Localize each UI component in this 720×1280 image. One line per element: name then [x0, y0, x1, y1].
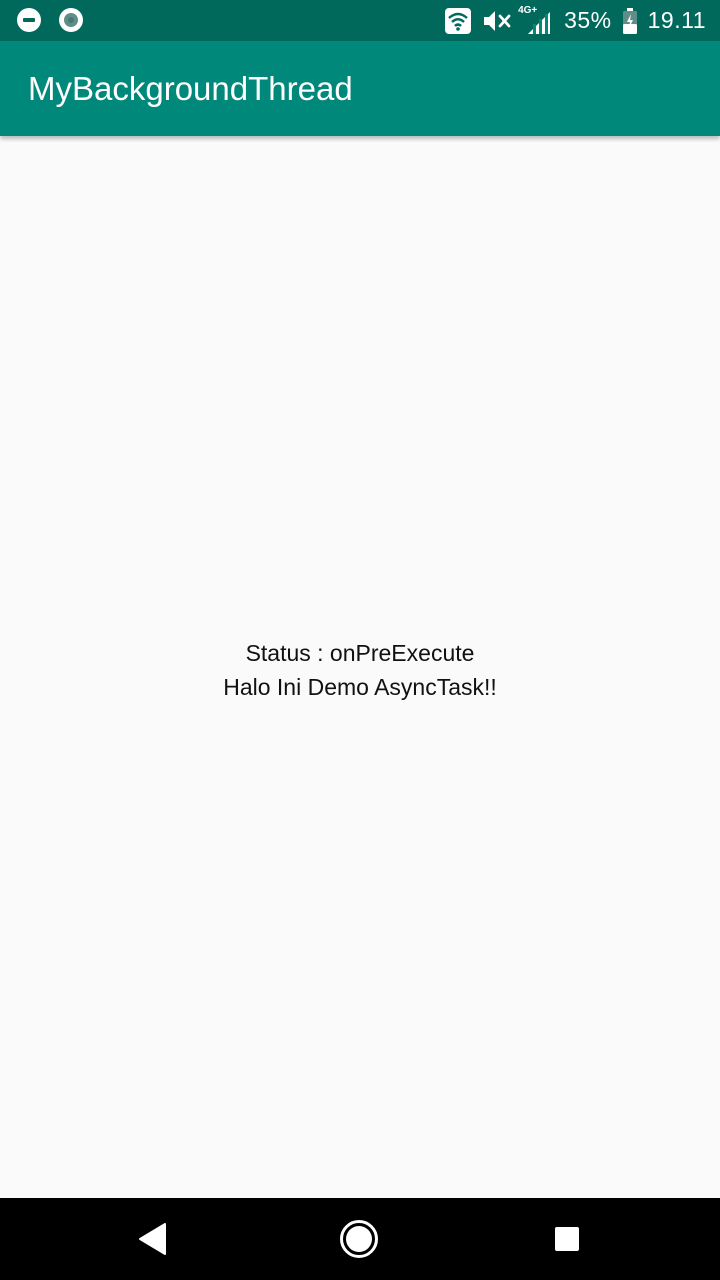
home-icon [339, 1219, 379, 1259]
network-type-label: 4G+ [518, 4, 538, 16]
clock: 19.11 [647, 7, 706, 33]
status-bar: 4G+ 35% 19.11 [0, 0, 720, 41]
home-button[interactable] [299, 1198, 419, 1280]
back-icon [138, 1222, 168, 1256]
back-button[interactable] [93, 1198, 213, 1280]
app-bar: MyBackgroundThread [0, 41, 720, 136]
status-bar-system: 4G+ 35% 19.11 [444, 0, 706, 41]
mute-icon [482, 8, 512, 34]
wifi-icon [444, 7, 472, 35]
screen: 4G+ 35% 19.11 MyBackgroundThread Status … [0, 0, 720, 1280]
signal-icon: 4G+ [518, 5, 554, 35]
dnd-icon [16, 7, 42, 33]
main-content: Status : onPreExecute Halo Ini Demo Asyn… [0, 136, 720, 1198]
recents-button[interactable] [507, 1198, 627, 1280]
status-text-block: Status : onPreExecute Halo Ini Demo Asyn… [0, 636, 720, 704]
app-title: MyBackgroundThread [28, 70, 353, 107]
message-label: Halo Ini Demo AsyncTask!! [223, 674, 497, 700]
battery-charging-icon [622, 7, 638, 35]
status-bar-notifications [16, 7, 84, 33]
sync-icon [58, 7, 84, 33]
status-label: Status : onPreExecute [245, 640, 475, 666]
recents-icon [553, 1225, 581, 1253]
battery-percent: 35% [564, 7, 612, 33]
navigation-bar [0, 1198, 720, 1280]
